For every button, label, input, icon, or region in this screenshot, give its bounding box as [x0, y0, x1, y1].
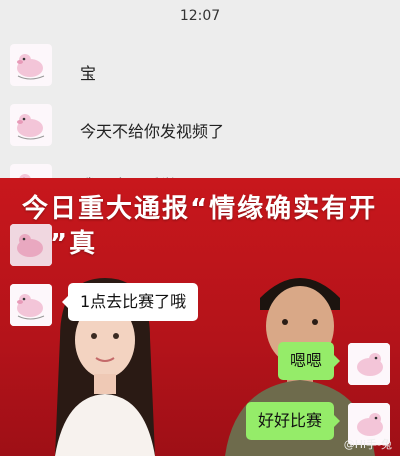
watermark: @Hi手-兔 [343, 438, 392, 451]
pig-avatar-icon[interactable] [10, 44, 52, 86]
message-bubble[interactable]: 1点去比赛了哦 [61, 283, 199, 321]
pig-avatar-icon[interactable] [10, 224, 52, 266]
message-text: 宝 [80, 64, 97, 83]
pig-avatar-icon[interactable] [10, 284, 52, 326]
pig-avatar-icon[interactable] [10, 104, 52, 146]
message-bubble-sent[interactable]: 嗯嗯 [277, 342, 341, 380]
message-bubble-sent[interactable]: 好好比赛 [245, 402, 341, 440]
status-time: 12:07 [179, 8, 221, 24]
pig-avatar-icon-right[interactable] [348, 343, 390, 385]
message-text: 今天不给你发视频了 [80, 122, 225, 141]
news-overlay: 今日重大通报“情缘确实有开挂”真 [0, 178, 400, 456]
headline: 今日重大通报“情缘确实有开挂”真 [22, 194, 378, 259]
